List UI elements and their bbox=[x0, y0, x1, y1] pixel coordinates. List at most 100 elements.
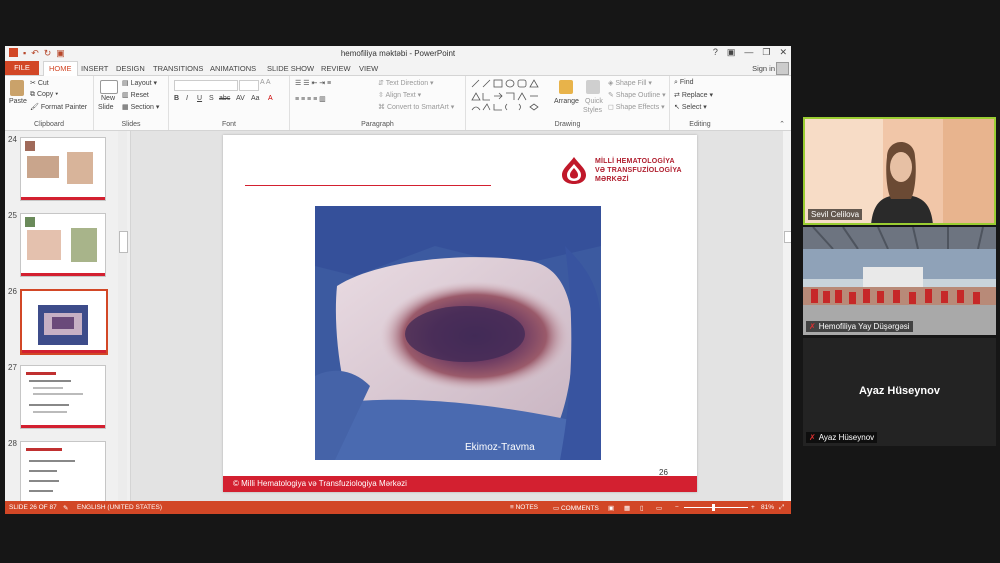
minimize-button[interactable]: — bbox=[744, 47, 753, 58]
window-title: hemofiliya məktəbi - PowerPoint bbox=[340, 49, 456, 58]
italic-button[interactable]: I bbox=[186, 95, 188, 102]
participant-video-sevil[interactable]: Sevil Celilova bbox=[803, 117, 996, 225]
quick-styles-label-2[interactable]: Styles bbox=[583, 107, 602, 114]
tab-review[interactable]: REVIEW bbox=[321, 64, 351, 73]
slide-thumbnail[interactable] bbox=[20, 213, 106, 277]
tab-slide-show[interactable]: SLIDE SHOW bbox=[267, 64, 314, 73]
change-case-button[interactable]: Aa bbox=[251, 95, 260, 102]
slide-canvas: MİLLİ HEMATOLOGİYA VƏ TRANSFUZİOLOGİYA M… bbox=[131, 131, 783, 501]
paintbrush-icon: 🖌 bbox=[30, 104, 39, 111]
align-icons[interactable]: ≡ ≡ ≡ ≡ ▥ bbox=[295, 95, 326, 103]
binoculars-icon: ⌕ bbox=[674, 79, 678, 86]
canvas-scrollbar-thumb[interactable] bbox=[784, 231, 791, 243]
slideshow-view-icon[interactable]: ▭ bbox=[656, 504, 662, 512]
slide-thumbnail[interactable] bbox=[20, 365, 106, 429]
tab-transitions[interactable]: TRANSITIONS bbox=[153, 64, 203, 73]
normal-view-icon[interactable]: ▣ bbox=[608, 504, 614, 512]
font-name-dropdown[interactable] bbox=[174, 80, 238, 91]
new-slide-icon[interactable] bbox=[100, 80, 118, 94]
shape-effects-button[interactable]: ◻ Shape Effects ▾ bbox=[608, 103, 665, 111]
participant-video-camp[interactable]: ✗ Hemofiliya Yay Düşərgəsi bbox=[803, 227, 996, 335]
zoom-level[interactable]: 81% bbox=[761, 504, 774, 511]
align-text-button[interactable]: ⇳ Align Text ▾ bbox=[378, 91, 421, 99]
help-button[interactable]: ? bbox=[713, 47, 718, 58]
current-slide[interactable]: MİLLİ HEMATOLOGİYA VƏ TRANSFUZİOLOGİYA M… bbox=[223, 135, 697, 492]
slide-sorter-icon[interactable]: ▦ bbox=[624, 504, 630, 512]
tab-design[interactable]: DESIGN bbox=[116, 64, 145, 73]
participant-tile-ayaz[interactable]: Ayaz Hüseynov ✗ Ayaz Hüseynov bbox=[803, 338, 996, 446]
logo-line-3: MƏRKƏZİ bbox=[595, 176, 629, 183]
editing-group: ⌕ Find ⇄ Replace ▾ ↖ Select ▾ Editing bbox=[670, 76, 730, 130]
restore-button[interactable]: ❐ bbox=[762, 47, 770, 58]
arrange-icon[interactable] bbox=[559, 80, 573, 94]
shapes-gallery-icon[interactable] bbox=[470, 78, 550, 112]
arrange-button[interactable]: Arrange bbox=[554, 98, 579, 105]
char-spacing-button[interactable]: AV bbox=[236, 95, 245, 102]
layout-icon: ▤ bbox=[122, 80, 129, 87]
zoom-slider-thumb[interactable] bbox=[712, 504, 715, 511]
collapse-ribbon-icon[interactable]: ⌃ bbox=[779, 120, 785, 128]
sign-in-link[interactable]: Sign in bbox=[752, 64, 775, 73]
font-color-button[interactable]: A bbox=[268, 95, 273, 102]
shape-fill-button[interactable]: ◈ Shape Fill ▾ bbox=[608, 79, 652, 87]
select-button[interactable]: ↖ Select ▾ bbox=[674, 103, 707, 111]
powerpoint-window: ▪ ↶ ↻ ▣ hemofiliya məktəbi - PowerPoint … bbox=[5, 46, 791, 514]
paste-button[interactable]: Paste bbox=[9, 98, 27, 105]
quick-styles-label-1[interactable]: Quick bbox=[585, 98, 603, 105]
copy-icon: ⧉ bbox=[30, 91, 35, 98]
strikethrough-button[interactable]: abc bbox=[219, 95, 230, 102]
slide-counter: SLIDE 26 OF 87 bbox=[9, 504, 57, 511]
new-slide-label-2[interactable]: Slide bbox=[98, 104, 114, 111]
slide-thumbnail-selected[interactable] bbox=[20, 289, 108, 355]
zoom-slider[interactable] bbox=[684, 507, 748, 508]
convert-smartart-button[interactable]: ⌘ Convert to SmartArt ▾ bbox=[378, 103, 454, 111]
zoom-in-button[interactable]: + bbox=[751, 504, 755, 511]
zoom-out-button[interactable]: − bbox=[675, 504, 679, 511]
replace-button[interactable]: ⇄ Replace ▾ bbox=[674, 91, 713, 99]
effects-icon: ◻ bbox=[608, 104, 614, 111]
scrollbar-thumb[interactable] bbox=[119, 231, 128, 253]
find-button[interactable]: ⌕ Find bbox=[674, 79, 694, 87]
reset-button[interactable]: ▥ Reset bbox=[122, 91, 149, 99]
notes-button[interactable]: ≡ NOTES bbox=[510, 504, 538, 511]
thumbnails-scrollbar[interactable] bbox=[118, 131, 128, 501]
layout-button[interactable]: ▤ Layout ▾ bbox=[122, 79, 157, 87]
paste-icon[interactable] bbox=[10, 80, 24, 96]
underline-button[interactable]: U bbox=[197, 95, 202, 102]
reading-view-icon[interactable]: ▯ bbox=[640, 504, 644, 512]
ribbon-display-button[interactable]: ▣ bbox=[727, 47, 736, 58]
shadow-button[interactable]: S bbox=[209, 95, 214, 102]
slide-thumbnail[interactable] bbox=[20, 137, 106, 201]
footer-text: © Milli Hematologiya və Transfuziologiya… bbox=[233, 479, 407, 488]
bullets-icon[interactable]: ☰ ☰ ⇤ ⇥ ≡ bbox=[295, 79, 331, 87]
comments-button[interactable]: ▭ COMMENTS bbox=[553, 504, 599, 512]
tab-file[interactable]: FILE bbox=[5, 61, 39, 75]
font-grow-icon[interactable]: A A bbox=[260, 79, 271, 86]
shape-outline-button[interactable]: ✎ Shape Outline ▾ bbox=[608, 91, 666, 99]
tab-insert[interactable]: INSERT bbox=[81, 64, 108, 73]
tab-animations[interactable]: ANIMATIONS bbox=[210, 64, 256, 73]
language-indicator[interactable]: ENGLISH (UNITED STATES) bbox=[77, 504, 162, 511]
format-painter-button[interactable]: 🖌 Format Painter bbox=[30, 103, 87, 111]
close-button[interactable]: ✕ bbox=[779, 47, 787, 58]
thumb-number: 24 bbox=[8, 135, 17, 144]
bold-button[interactable]: B bbox=[174, 95, 179, 102]
tab-home[interactable]: HOME bbox=[43, 61, 78, 76]
slide-thumbnail[interactable] bbox=[20, 441, 106, 505]
new-slide-label-1[interactable]: New bbox=[101, 95, 115, 102]
font-size-dropdown[interactable] bbox=[239, 80, 259, 91]
comment-icon: ▭ bbox=[553, 505, 560, 512]
smartart-icon: ⌘ bbox=[378, 104, 385, 111]
title-underline bbox=[245, 185, 491, 186]
cut-button[interactable]: ✂ Cut bbox=[30, 79, 49, 87]
quick-styles-icon[interactable] bbox=[586, 80, 600, 94]
text-direction-button[interactable]: ⇵ Text Direction ▾ bbox=[378, 79, 434, 87]
slides-label: Slides bbox=[121, 121, 141, 128]
account-avatar-icon[interactable] bbox=[776, 62, 789, 75]
tab-view[interactable]: VIEW bbox=[359, 64, 378, 73]
fit-slide-icon[interactable]: ⤢ bbox=[779, 504, 784, 512]
copy-button[interactable]: ⧉ Copy ▾ bbox=[30, 91, 58, 99]
section-button[interactable]: ▦ Section ▾ bbox=[122, 103, 159, 111]
spellcheck-icon[interactable]: ✎ bbox=[63, 504, 68, 512]
canvas-scrollbar[interactable] bbox=[783, 131, 791, 501]
